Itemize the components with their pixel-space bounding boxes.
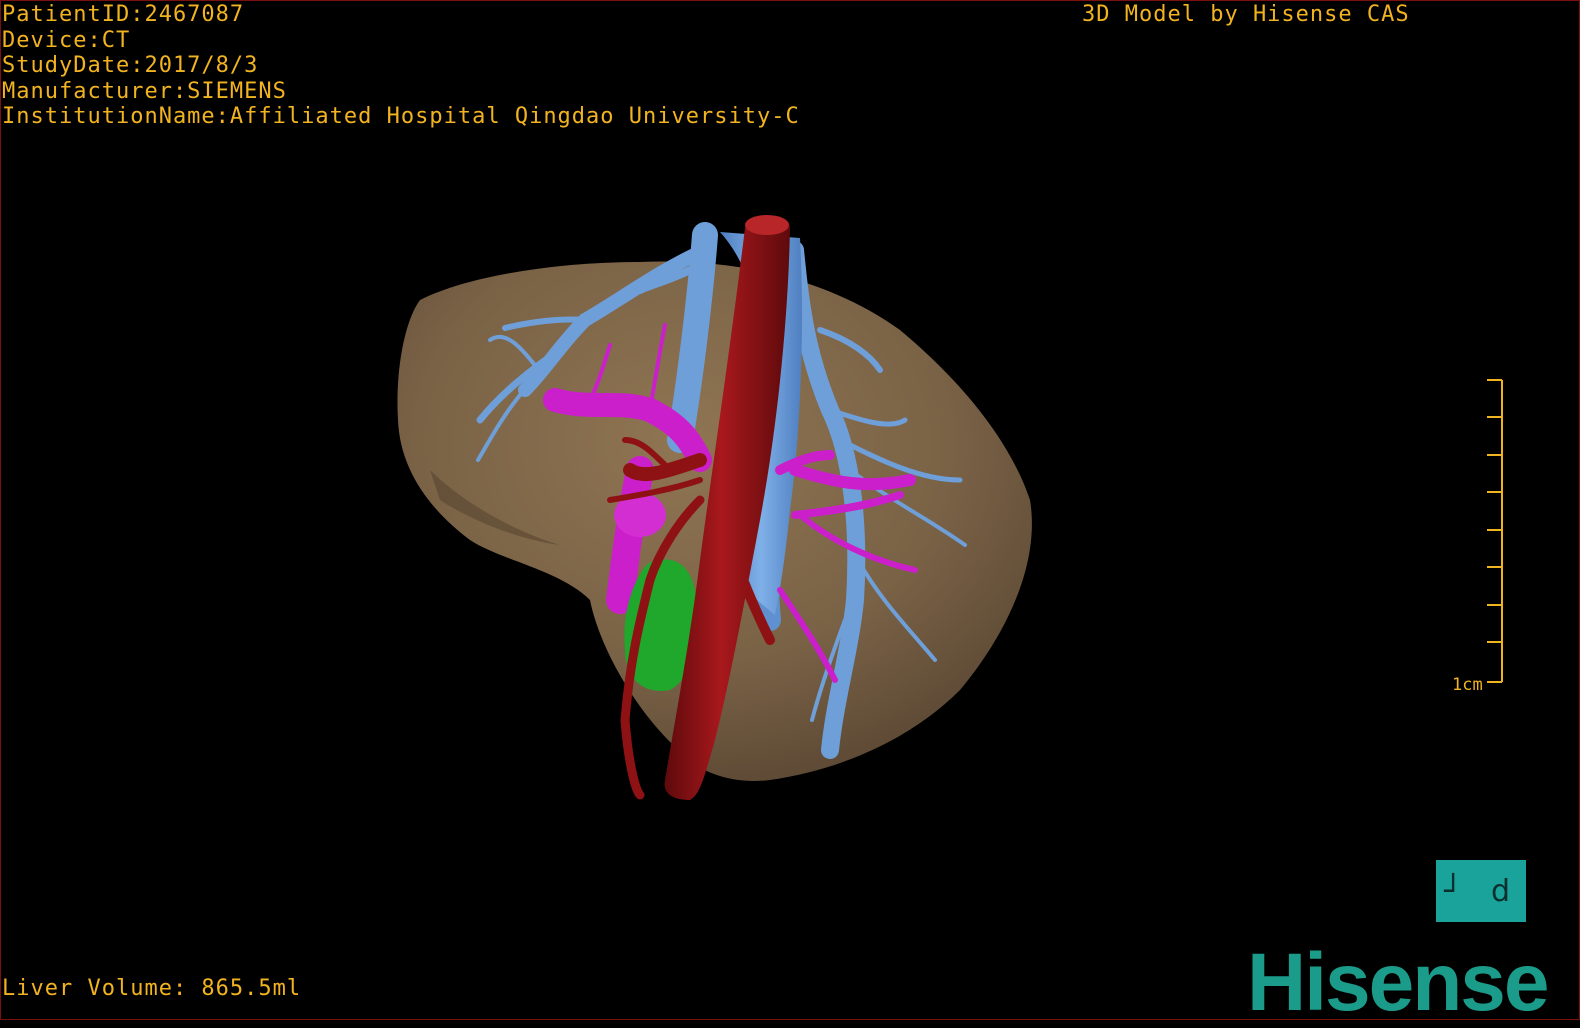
orientation-left-glyph: ┘ xyxy=(1444,874,1463,909)
study-date: StudyDate:2017/8/3 xyxy=(2,53,259,78)
scale-bar-label: 1cm xyxy=(1452,675,1483,695)
institution-name: InstitutionName:Affiliated Hospital Qing… xyxy=(2,104,800,129)
hisense-logo: Hisense xyxy=(1247,937,1550,1028)
liver-volume-readout: Liver Volume: 865.5ml xyxy=(2,976,302,1001)
orientation-right-glyph: d xyxy=(1491,874,1511,909)
model-credit: 3D Model by Hisense CAS xyxy=(1082,2,1410,27)
aorta-top xyxy=(745,215,789,235)
manufacturer: Manufacturer:SIEMENS xyxy=(2,78,287,104)
scale-bar xyxy=(1487,379,1503,683)
study-info-panel: PatientID:2467087 Device:CT StudyDate:2017… xyxy=(2,2,800,130)
patient-id: PatientID:2467087 xyxy=(2,2,245,27)
device: Device:CT xyxy=(2,27,131,53)
3d-render-viewport[interactable] xyxy=(0,0,1580,1020)
orientation-cube[interactable]: ┘ d xyxy=(1436,860,1526,922)
